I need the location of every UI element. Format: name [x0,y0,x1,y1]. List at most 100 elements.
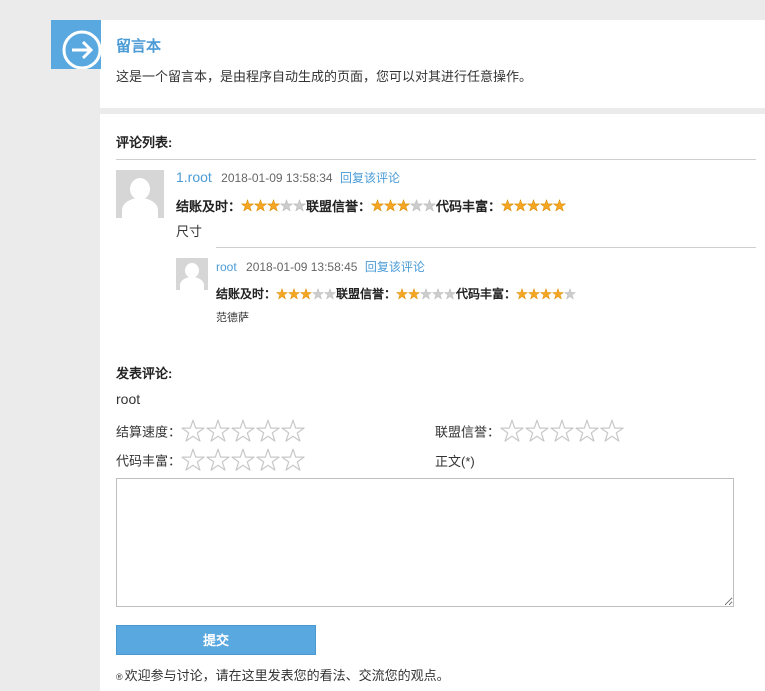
rating-item: 代码丰富： [456,285,576,302]
star-filled-icon [276,287,288,300]
star-filled-icon [371,199,384,212]
star-empty-icon [432,287,444,300]
rating-item: 联盟信誉： [306,196,436,215]
star-outline-icon[interactable] [500,419,524,443]
star-rating [276,287,336,300]
star-outline-icon[interactable] [231,419,255,443]
rating-label: 结账及时： [216,287,277,301]
rating-input-label: 代码丰富： [116,453,182,469]
star-filled-icon [514,199,527,212]
rating-item: 联盟信誉： [336,285,456,302]
star-outline-icon[interactable] [206,448,230,472]
rating-label: 代码丰富： [456,287,517,301]
comment-ratings: 结账及时： 联盟信誉： 代码丰富： [176,196,566,215]
rating-input-settlement-speed: 结算速度： [116,419,306,443]
star-outline-icon[interactable] [256,448,280,472]
comment-text: 尺寸 [176,224,203,239]
star-filled-icon [288,287,300,300]
star-outline-icon[interactable] [281,448,305,472]
star-empty-icon [410,199,423,212]
rating-input-alliance-reputation: 联盟信誉： [435,419,625,443]
star-input[interactable] [181,448,306,472]
bullet-icon: ® [116,671,123,682]
star-outline-icon[interactable] [256,419,280,443]
page-description: 这是一个留言本，是由程序自动生成的页面，您可以对其进行任意操作。 [116,69,533,84]
comment-author-link[interactable]: 1.root [176,169,212,185]
star-filled-icon [397,199,410,212]
star-rating [371,199,436,212]
reply-text: 范德萨 [216,312,249,324]
star-filled-icon [540,199,553,212]
star-rating [241,199,306,212]
star-outline-icon[interactable] [231,448,255,472]
star-filled-icon [267,199,280,212]
rating-input-label: 联盟信誉： [435,424,501,440]
rating-input-code-richness: 代码丰富： [116,448,306,472]
star-filled-icon [384,199,397,212]
star-outline-icon[interactable] [281,419,305,443]
star-empty-icon [444,287,456,300]
star-filled-icon [516,287,528,300]
rating-input-label: 结算速度： [116,424,182,440]
rating-label: 结账及时： [176,199,242,214]
comment-body-textarea[interactable] [116,478,734,607]
star-empty-icon [564,287,576,300]
arrow-right-circle-icon [51,20,101,69]
star-empty-icon [280,199,293,212]
star-empty-icon [324,287,336,300]
star-outline-icon[interactable] [181,419,205,443]
rating-item: 代码丰富： [436,196,566,215]
star-outline-icon[interactable] [206,419,230,443]
reply-ratings: 结账及时： 联盟信誉： 代码丰富： [216,285,576,302]
star-outline-icon[interactable] [525,419,549,443]
star-filled-icon [527,199,540,212]
comment-meta: 1.root 2018-01-09 13:58:34 回复该评论 [176,169,400,186]
star-filled-icon [501,199,514,212]
star-input[interactable] [500,419,625,443]
body-label: 正文(*) [435,454,475,469]
current-username: root [116,391,141,407]
footer-note-text: 欢迎参与讨论，请在这里发表您的看法、交流您的观点。 [124,668,450,683]
rating-item: 结账及时： [216,285,336,302]
reply-time: 2018-01-09 13:58:45 [246,260,358,274]
guestbook-header: 留言本 这是一个留言本，是由程序自动生成的页面，您可以对其进行任意操作。 [100,20,765,108]
page-title: 留言本 [116,38,162,55]
star-outline-icon[interactable] [550,419,574,443]
reply-author-link[interactable]: root [216,260,237,274]
star-filled-icon [553,199,566,212]
divider [216,247,756,248]
post-comment-title: 发表评论: [116,366,173,381]
submit-button[interactable]: 提交 [116,625,316,655]
main-content: 评论列表: 1.root 2018-01-09 13:58:34 回复该评论 结… [100,114,765,691]
star-rating [396,287,456,300]
star-filled-icon [540,287,552,300]
avatar [176,258,208,290]
star-empty-icon [312,287,324,300]
star-filled-icon [408,287,420,300]
rating-item: 结账及时： [176,196,306,215]
star-outline-icon[interactable] [181,448,205,472]
reply-link[interactable]: 回复该评论 [365,260,425,274]
star-empty-icon [293,199,306,212]
star-filled-icon [254,199,267,212]
star-outline-icon[interactable] [575,419,599,443]
footer-note: ® 欢迎参与讨论，请在这里发表您的看法、交流您的观点。 [116,665,450,684]
comments-title: 评论列表: [116,135,173,150]
star-empty-icon [423,199,436,212]
divider [116,159,756,160]
rating-label: 联盟信誉： [306,199,372,214]
comment-time: 2018-01-09 13:58:34 [221,171,333,185]
reply-link[interactable]: 回复该评论 [340,171,400,185]
star-filled-icon [528,287,540,300]
reply-meta: root 2018-01-09 13:58:45 回复该评论 [216,258,425,275]
star-filled-icon [241,199,254,212]
star-filled-icon [396,287,408,300]
rating-label: 联盟信誉： [336,287,397,301]
star-input[interactable] [181,419,306,443]
avatar [116,170,164,218]
star-rating [516,287,576,300]
star-rating [501,199,566,212]
star-empty-icon [420,287,432,300]
rating-label: 代码丰富： [436,199,502,214]
star-outline-icon[interactable] [600,419,624,443]
